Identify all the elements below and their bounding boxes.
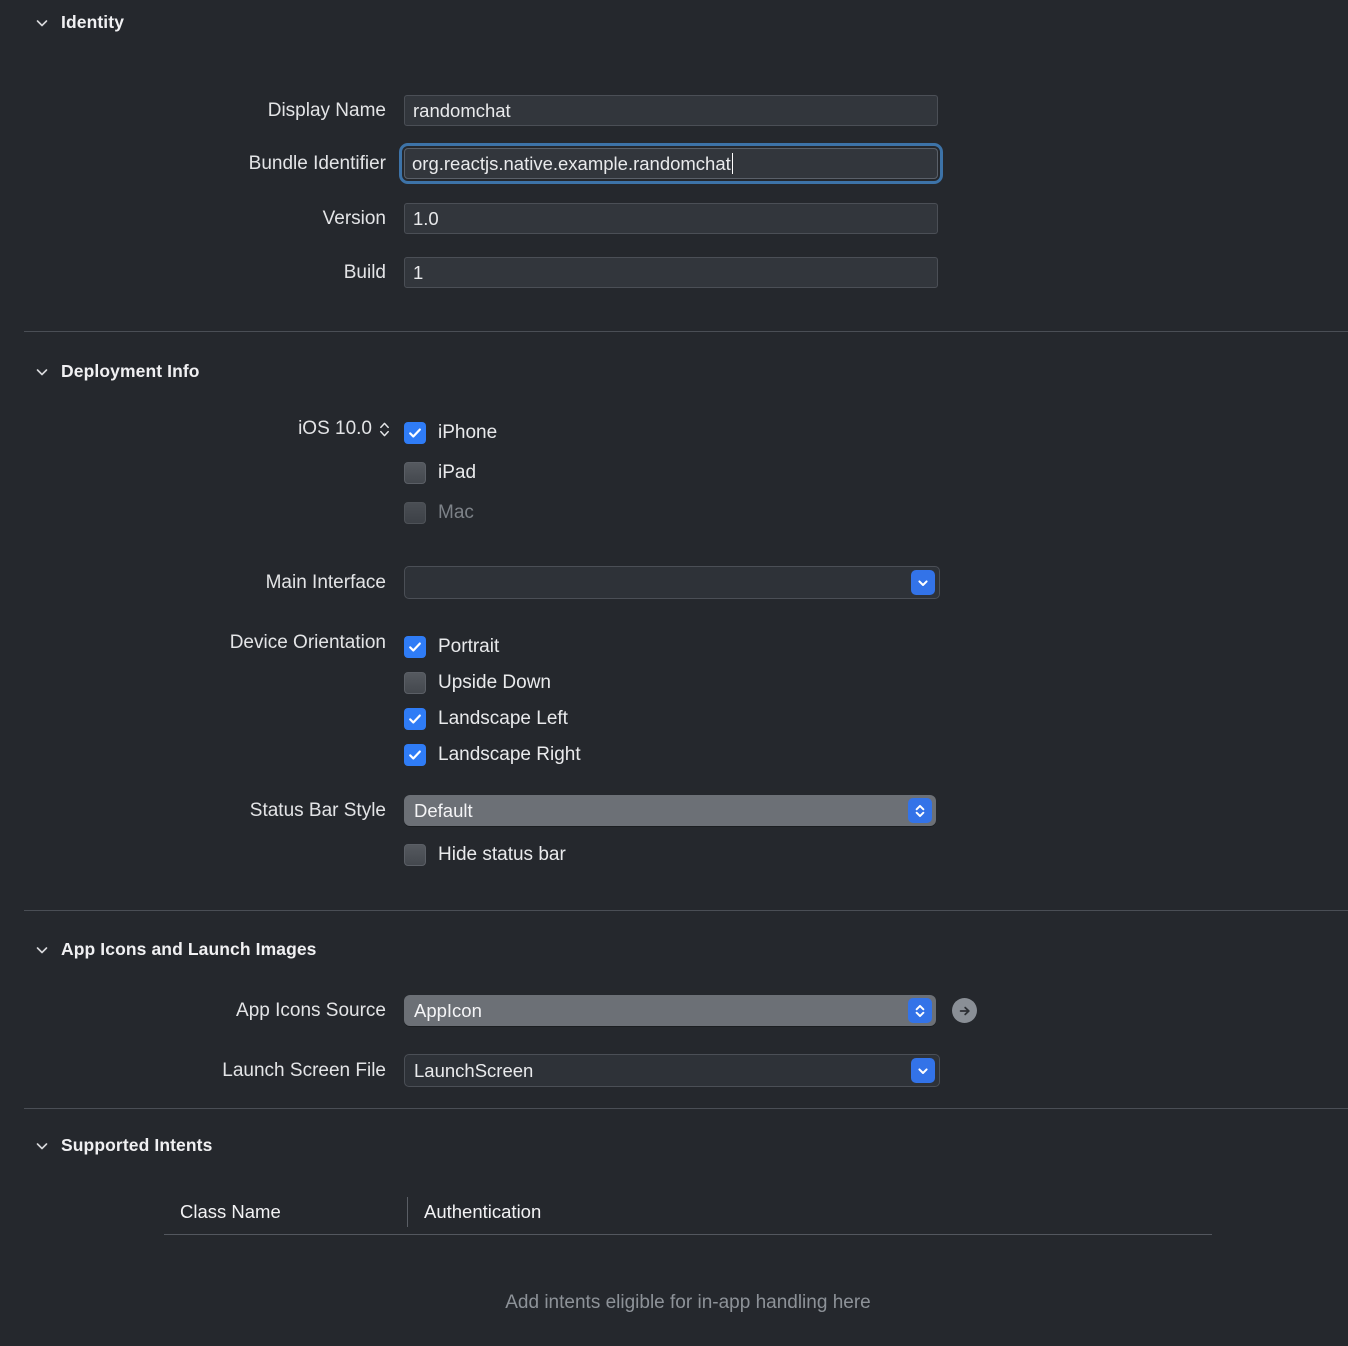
- label-app-icons-source: App Icons Source: [236, 999, 386, 1021]
- checkbox-landscape-left[interactable]: [404, 708, 426, 730]
- label-version: Version: [322, 207, 386, 229]
- up-down-chevron-icon[interactable]: [908, 798, 932, 823]
- divider-identity: [24, 331, 1348, 332]
- row-device-orientation: Device Orientation Portrait Upside Down …: [0, 632, 1348, 770]
- chevron-down-icon[interactable]: [34, 942, 50, 958]
- checkbox-landscape-right[interactable]: [404, 744, 426, 766]
- xcode-target-general-pane: Identity Display Name randomchat Bundle …: [0, 0, 1348, 1346]
- row-deployment-target: iOS 10.0 iPhone iPad Mac: [0, 418, 1348, 528]
- checkbox-row-ipad[interactable]: iPad: [404, 458, 497, 488]
- app-icons-source-value: AppIcon: [414, 999, 482, 1021]
- label-bundle-identifier: Bundle Identifier: [248, 152, 386, 174]
- version-value: 1.0: [413, 207, 439, 229]
- up-down-chevron-icon[interactable]: [908, 998, 932, 1023]
- device-orientation-list: Portrait Upside Down Landscape Left Land…: [404, 632, 581, 770]
- checkbox-row-hide-status-bar[interactable]: Hide status bar: [404, 840, 566, 870]
- row-bundle-identifier: Bundle Identifier org.reactjs.native.exa…: [0, 143, 1348, 184]
- section-header-deployment-info[interactable]: Deployment Info: [0, 361, 200, 382]
- row-version: Version 1.0: [0, 203, 1348, 234]
- status-bar-style-popup[interactable]: Default: [404, 795, 936, 826]
- target-device-list: iPhone iPad Mac: [404, 418, 497, 528]
- label-status-bar-style: Status Bar Style: [249, 799, 386, 821]
- status-bar-style-value: Default: [414, 799, 473, 821]
- row-app-icons-source: App Icons Source AppIcon: [0, 995, 1348, 1026]
- checkbox-label-ipad: iPad: [438, 462, 477, 483]
- deployment-target-stepper[interactable]: iOS 10.0: [0, 418, 404, 440]
- row-display-name: Display Name randomchat: [0, 95, 1348, 126]
- checkbox-label-landscape-right: Landscape Right: [438, 744, 581, 765]
- display-name-value: randomchat: [413, 99, 511, 121]
- divider-deployment-info: [24, 910, 1348, 911]
- label-main-interface: Main Interface: [265, 571, 386, 593]
- build-input[interactable]: 1: [404, 257, 938, 288]
- checkbox-iphone[interactable]: [404, 422, 426, 444]
- section-title-deployment-info: Deployment Info: [61, 361, 200, 381]
- row-launch-screen-file: Launch Screen File LaunchScreen: [0, 1054, 1348, 1087]
- table-empty-message: Add intents eligible for in-app handling…: [505, 1292, 871, 1313]
- main-interface-combobox[interactable]: [404, 566, 940, 599]
- section-title-app-icons: App Icons and Launch Images: [61, 939, 317, 959]
- text-caret: [731, 153, 734, 174]
- launch-screen-file-value: LaunchScreen: [414, 1059, 534, 1081]
- row-main-interface: Main Interface: [0, 566, 1348, 599]
- supported-intents-table: Class Name Authentication Add intents el…: [164, 1190, 1212, 1314]
- checkbox-row-mac: Mac: [404, 498, 497, 528]
- checkbox-hide-status-bar[interactable]: [404, 844, 426, 866]
- divider-app-icons: [24, 1108, 1348, 1109]
- row-build: Build 1: [0, 257, 1348, 288]
- version-input[interactable]: 1.0: [404, 203, 938, 234]
- row-hide-status-bar: Hide status bar: [0, 840, 1348, 870]
- label-device-orientation: Device Orientation: [229, 632, 386, 653]
- checkbox-mac: [404, 502, 426, 524]
- arrow-right-icon[interactable]: [952, 998, 977, 1023]
- checkbox-row-landscape-right[interactable]: Landscape Right: [404, 740, 581, 770]
- checkbox-label-upside-down: Upside Down: [438, 672, 551, 693]
- section-title-identity: Identity: [61, 12, 125, 32]
- section-header-app-icons[interactable]: App Icons and Launch Images: [0, 939, 317, 960]
- chevron-down-icon[interactable]: [911, 1058, 935, 1083]
- checkbox-label-iphone: iPhone: [438, 422, 498, 443]
- section-title-supported-intents: Supported Intents: [61, 1135, 213, 1155]
- label-build: Build: [343, 261, 386, 283]
- label-display-name: Display Name: [267, 99, 386, 121]
- row-status-bar-style: Status Bar Style Default: [0, 795, 1348, 826]
- chevron-down-icon[interactable]: [911, 570, 935, 595]
- display-name-input[interactable]: randomchat: [404, 95, 938, 126]
- chevron-down-icon[interactable]: [34, 364, 50, 380]
- checkbox-row-upside-down[interactable]: Upside Down: [404, 668, 581, 698]
- column-header-class-name[interactable]: Class Name: [164, 1197, 408, 1227]
- bundle-identifier-input[interactable]: org.reactjs.native.example.randomchat: [399, 143, 943, 184]
- up-down-chevron-icon[interactable]: [379, 420, 390, 439]
- app-icons-source-popup[interactable]: AppIcon: [404, 995, 936, 1026]
- checkbox-label-hide-status-bar: Hide status bar: [438, 844, 566, 865]
- column-header-authentication[interactable]: Authentication: [408, 1197, 1212, 1227]
- section-header-supported-intents[interactable]: Supported Intents: [0, 1135, 212, 1156]
- checkbox-label-mac: Mac: [438, 502, 474, 523]
- checkbox-ipad[interactable]: [404, 462, 426, 484]
- checkbox-portrait[interactable]: [404, 636, 426, 658]
- chevron-down-icon[interactable]: [34, 15, 50, 31]
- table-header-row: Class Name Authentication: [164, 1190, 1212, 1235]
- checkbox-row-landscape-left[interactable]: Landscape Left: [404, 704, 581, 734]
- checkbox-upside-down[interactable]: [404, 672, 426, 694]
- label-launch-screen-file: Launch Screen File: [222, 1059, 386, 1081]
- chevron-down-icon[interactable]: [34, 1138, 50, 1154]
- checkbox-row-iphone[interactable]: iPhone: [404, 418, 497, 448]
- checkbox-label-portrait: Portrait: [438, 636, 500, 657]
- launch-screen-file-combobox[interactable]: LaunchScreen: [404, 1054, 940, 1087]
- checkbox-label-landscape-left: Landscape Left: [438, 708, 568, 729]
- section-header-identity[interactable]: Identity: [0, 12, 124, 33]
- deployment-target-value: iOS 10.0: [298, 418, 372, 439]
- checkbox-row-portrait[interactable]: Portrait: [404, 632, 581, 662]
- bundle-identifier-value: org.reactjs.native.example.randomchat: [412, 152, 731, 174]
- build-value: 1: [413, 261, 424, 283]
